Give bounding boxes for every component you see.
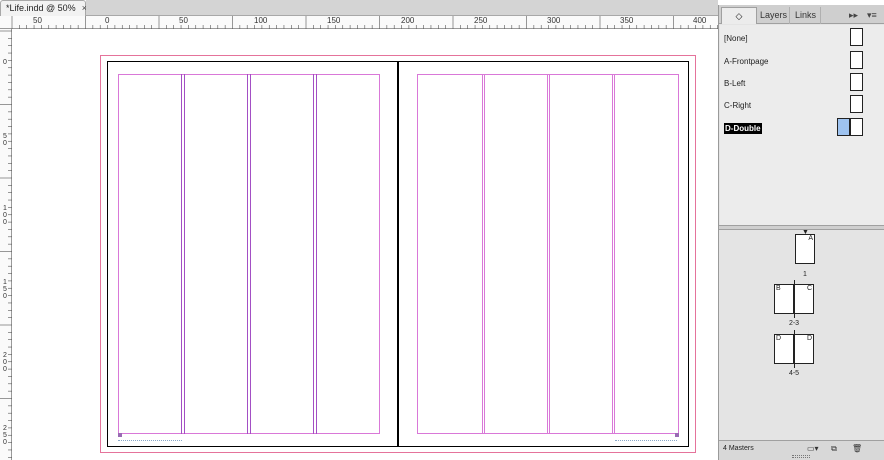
column-guide <box>250 74 251 434</box>
edit-page-size-icon[interactable]: ▭▾ <box>807 444 819 453</box>
ruler-label: 5 0 <box>3 133 7 147</box>
master-name: B-Left <box>724 79 746 88</box>
ruler-label: 150 <box>327 16 341 25</box>
pages-section: ▼ A 1 B C 2-3 D D 4-5 <box>720 229 884 440</box>
panel-tab-bar: ◇ Pages Layers Links ▸▸ ▾≡ <box>719 5 884 38</box>
ruler-label: 0 <box>3 59 7 66</box>
column-guide <box>547 74 548 434</box>
ruler-label: 50 <box>179 16 188 25</box>
ruler-label: 100 <box>254 16 268 25</box>
spine-line <box>794 280 795 318</box>
panel-menu-icon[interactable]: ▾≡ <box>867 8 877 22</box>
master-item-a-frontpage[interactable]: A-Frontpage <box>723 51 883 71</box>
column-guide <box>614 74 615 434</box>
masters-count: 4 Masters <box>723 445 754 452</box>
master-item-c-right[interactable]: C-Right <box>723 95 883 115</box>
ruler-label: 350 <box>620 16 634 25</box>
master-thumbnail[interactable] <box>850 51 863 69</box>
resize-grip[interactable] <box>792 455 810 458</box>
expand-panel-icon[interactable]: ▸▸ <box>849 8 858 22</box>
vertical-ruler[interactable]: 0 5 0 1 0 0 1 5 0 2 0 0 2 5 0 <box>0 29 12 460</box>
pages-panel: ◇ Pages Layers Links ▸▸ ▾≡ [None] A-Fron… <box>718 5 884 460</box>
spine-line <box>794 330 795 368</box>
document-tab[interactable]: *Life.indd @ 50% × <box>0 0 87 16</box>
page-master-label: C <box>806 285 812 292</box>
panel-footer: 4 Masters ▭▾ ⧉ 🗑 <box>719 440 884 460</box>
page-master-label: B <box>776 285 781 292</box>
delete-page-icon[interactable]: 🗑 <box>852 444 862 453</box>
ruler-label: 300 <box>547 16 561 25</box>
horizontal-ruler[interactable]: 0 50 50 100 150 200 250 300 350 400 <box>0 16 718 29</box>
column-guide <box>484 74 485 434</box>
column-guide <box>482 74 483 434</box>
tab-links[interactable]: Links <box>791 7 821 24</box>
spine-line <box>795 234 796 264</box>
new-page-icon[interactable]: ⧉ <box>829 444 839 453</box>
ruler-label: 400 <box>693 16 707 25</box>
column-guide <box>316 74 317 434</box>
margin-guide-left-page <box>118 74 380 434</box>
tab-layers[interactable]: Layers <box>758 7 790 24</box>
page-master-label: A <box>808 235 813 242</box>
column-guide <box>313 74 314 434</box>
page-number-label: 2-3 <box>788 320 800 327</box>
page-thumbnail-1[interactable]: A <box>795 234 815 264</box>
page-thumbnail-5[interactable]: D <box>794 334 814 364</box>
page-number-label: 1 <box>803 271 807 278</box>
column-guide <box>549 74 550 434</box>
master-thumbnail-left[interactable] <box>837 118 850 136</box>
master-item-b-left[interactable]: B-Left <box>723 73 883 93</box>
page-number-label: 4-5 <box>788 370 800 377</box>
baseline-dots <box>615 440 677 441</box>
master-name: A-Frontpage <box>724 57 769 66</box>
vertical-ruler-ticks <box>0 30 12 458</box>
page-thumbnail-3[interactable]: C <box>794 284 814 314</box>
tab-pages[interactable]: ◇ Pages <box>721 7 757 38</box>
master-thumbnail[interactable] <box>850 73 863 91</box>
ruler-label: 50 <box>33 16 42 25</box>
ruler-label: 2 0 0 <box>3 352 7 373</box>
ruler-label: 1 0 0 <box>3 205 7 226</box>
baseline-dots <box>118 440 182 441</box>
ruler-label: 2 5 0 <box>3 425 7 446</box>
document-tab-title: *Life.indd @ 50% <box>6 3 76 13</box>
tab-strip <box>86 0 718 16</box>
ruler-label: 250 <box>474 16 488 25</box>
master-thumbnail-right[interactable] <box>850 118 863 136</box>
margin-guide-right-page <box>417 74 679 434</box>
page-thumbnail-4[interactable]: D <box>774 334 794 364</box>
page-master-label: D <box>806 335 812 342</box>
ruler-label: 0 <box>105 16 110 25</box>
master-thumbnail[interactable] <box>850 28 863 46</box>
master-name: [None] <box>724 34 748 43</box>
column-guide <box>184 74 185 434</box>
ruler-label: 1 5 0 <box>3 279 7 300</box>
frame-marker <box>118 433 122 437</box>
master-thumbnail[interactable] <box>850 95 863 113</box>
column-guide <box>612 74 613 434</box>
master-name: C-Right <box>724 101 752 110</box>
ruler-label: 200 <box>401 16 415 25</box>
master-name: D-Double <box>724 123 762 134</box>
column-guide <box>181 74 182 434</box>
page-master-label: D <box>776 335 782 342</box>
master-item-d-double[interactable]: D-Double <box>723 118 883 138</box>
column-guide <box>247 74 248 434</box>
masters-section: [None] A-Frontpage B-Left C-Right D-Doub… <box>720 25 884 225</box>
master-item-none[interactable]: [None] <box>723 28 883 48</box>
frame-marker <box>675 433 679 437</box>
page-thumbnail-2[interactable]: B <box>774 284 794 314</box>
